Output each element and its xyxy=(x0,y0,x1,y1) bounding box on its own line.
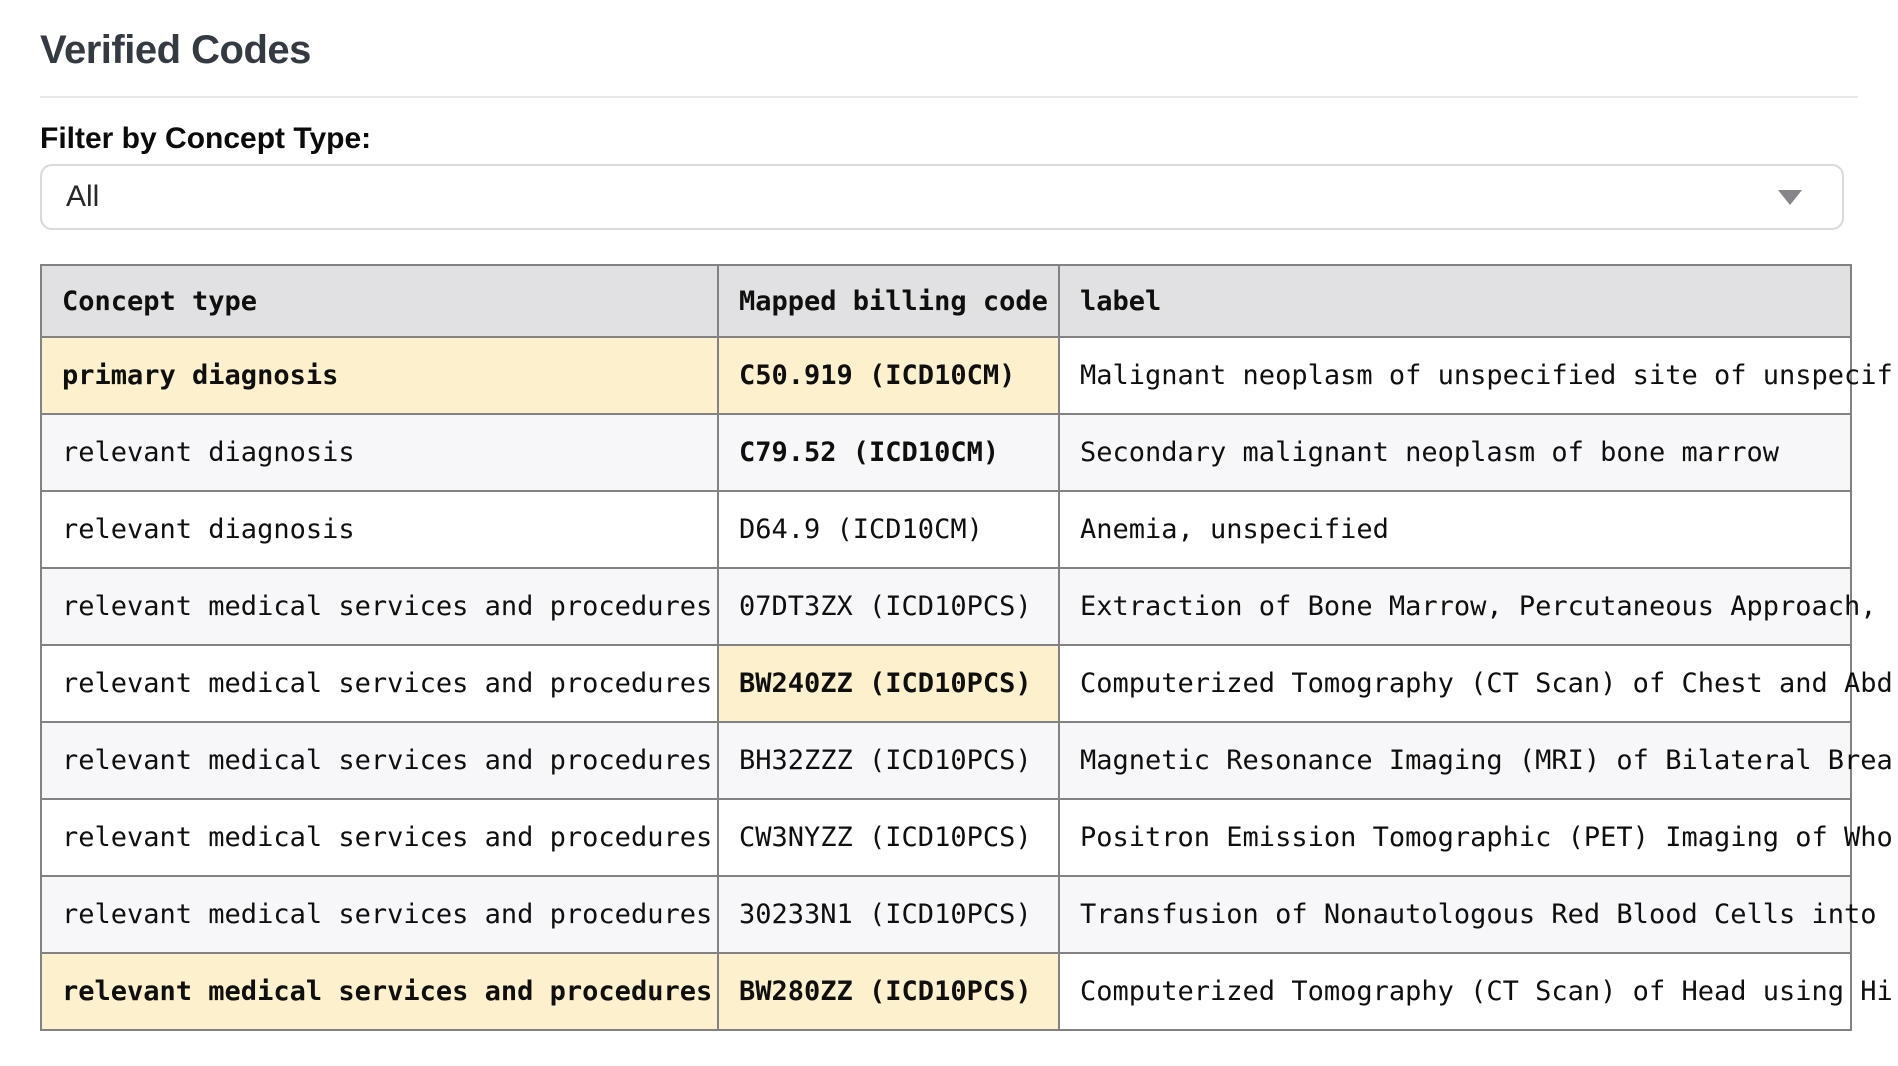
label-cell: Transfusion of Nonautologous Red Blood C… xyxy=(1059,876,1851,953)
table-row: relevant diagnosis C79.52 (ICD10CM) Seco… xyxy=(41,414,1851,491)
chevron-down-icon xyxy=(1778,190,1802,205)
concept-type-cell: relevant medical services and procedures xyxy=(41,876,718,953)
billing-code-cell: BW240ZZ (ICD10PCS) xyxy=(718,645,1059,722)
concept-type-cell: relevant medical services and procedures xyxy=(41,568,718,645)
concept-type-cell: relevant medical services and procedures xyxy=(41,953,718,1030)
concept-type-cell: relevant medical services and procedures xyxy=(41,645,718,722)
label-cell: Secondary malignant neoplasm of bone mar… xyxy=(1059,414,1851,491)
label-cell: Computerized Tomography (CT Scan) of Hea… xyxy=(1059,953,1851,1030)
billing-code-cell: BW280ZZ (ICD10PCS) xyxy=(718,953,1059,1030)
table-row: relevant diagnosis D64.9 (ICD10CM) Anemi… xyxy=(41,491,1851,568)
table-row: relevant medical services and procedures… xyxy=(41,876,1851,953)
column-header-label: label xyxy=(1059,265,1851,337)
concept-type-cell: relevant medical services and procedures xyxy=(41,799,718,876)
table-row: primary diagnosis C50.919 (ICD10CM) Mali… xyxy=(41,337,1851,414)
page-title: Verified Codes xyxy=(40,26,1858,74)
concept-type-cell: relevant medical services and procedures xyxy=(41,722,718,799)
billing-code-cell: C79.52 (ICD10CM) xyxy=(718,414,1059,491)
billing-code-cell: BH32ZZZ (ICD10PCS) xyxy=(718,722,1059,799)
concept-type-selected-value: All xyxy=(66,180,99,214)
billing-code-cell: D64.9 (ICD10CM) xyxy=(718,491,1059,568)
filter-by-concept-type-label: Filter by Concept Type: xyxy=(40,122,1858,156)
table-row: relevant medical services and procedures… xyxy=(41,645,1851,722)
column-header-concept-type: Concept type xyxy=(41,265,718,337)
table-row: relevant medical services and procedures… xyxy=(41,953,1851,1030)
label-cell: Extraction of Bone Marrow, Percutaneous … xyxy=(1059,568,1851,645)
verified-codes-table: Concept type Mapped billing code label p… xyxy=(40,264,1852,1031)
table-row: relevant medical services and procedures… xyxy=(41,568,1851,645)
divider xyxy=(40,96,1858,98)
column-header-mapped-billing-code: Mapped billing code xyxy=(718,265,1059,337)
table-row: relevant medical services and procedures… xyxy=(41,799,1851,876)
table-row: relevant medical services and procedures… xyxy=(41,722,1851,799)
concept-type-cell: primary diagnosis xyxy=(41,337,718,414)
concept-type-cell: relevant diagnosis xyxy=(41,491,718,568)
concept-type-cell: relevant diagnosis xyxy=(41,414,718,491)
label-cell: Magnetic Resonance Imaging (MRI) of Bila… xyxy=(1059,722,1851,799)
table-header-row: Concept type Mapped billing code label xyxy=(41,265,1851,337)
label-cell: Positron Emission Tomographic (PET) Imag… xyxy=(1059,799,1851,876)
billing-code-cell: CW3NYZZ (ICD10PCS) xyxy=(718,799,1059,876)
page: Verified Codes Filter by Concept Type: A… xyxy=(0,26,1898,1031)
billing-code-cell: C50.919 (ICD10CM) xyxy=(718,337,1059,414)
label-cell: Computerized Tomography (CT Scan) of Che… xyxy=(1059,645,1851,722)
billing-code-cell: 07DT3ZX (ICD10PCS) xyxy=(718,568,1059,645)
billing-code-cell: 30233N1 (ICD10PCS) xyxy=(718,876,1059,953)
concept-type-select[interactable]: All xyxy=(40,164,1844,230)
label-cell: Anemia, unspecified xyxy=(1059,491,1851,568)
label-cell: Malignant neoplasm of unspecified site o… xyxy=(1059,337,1851,414)
